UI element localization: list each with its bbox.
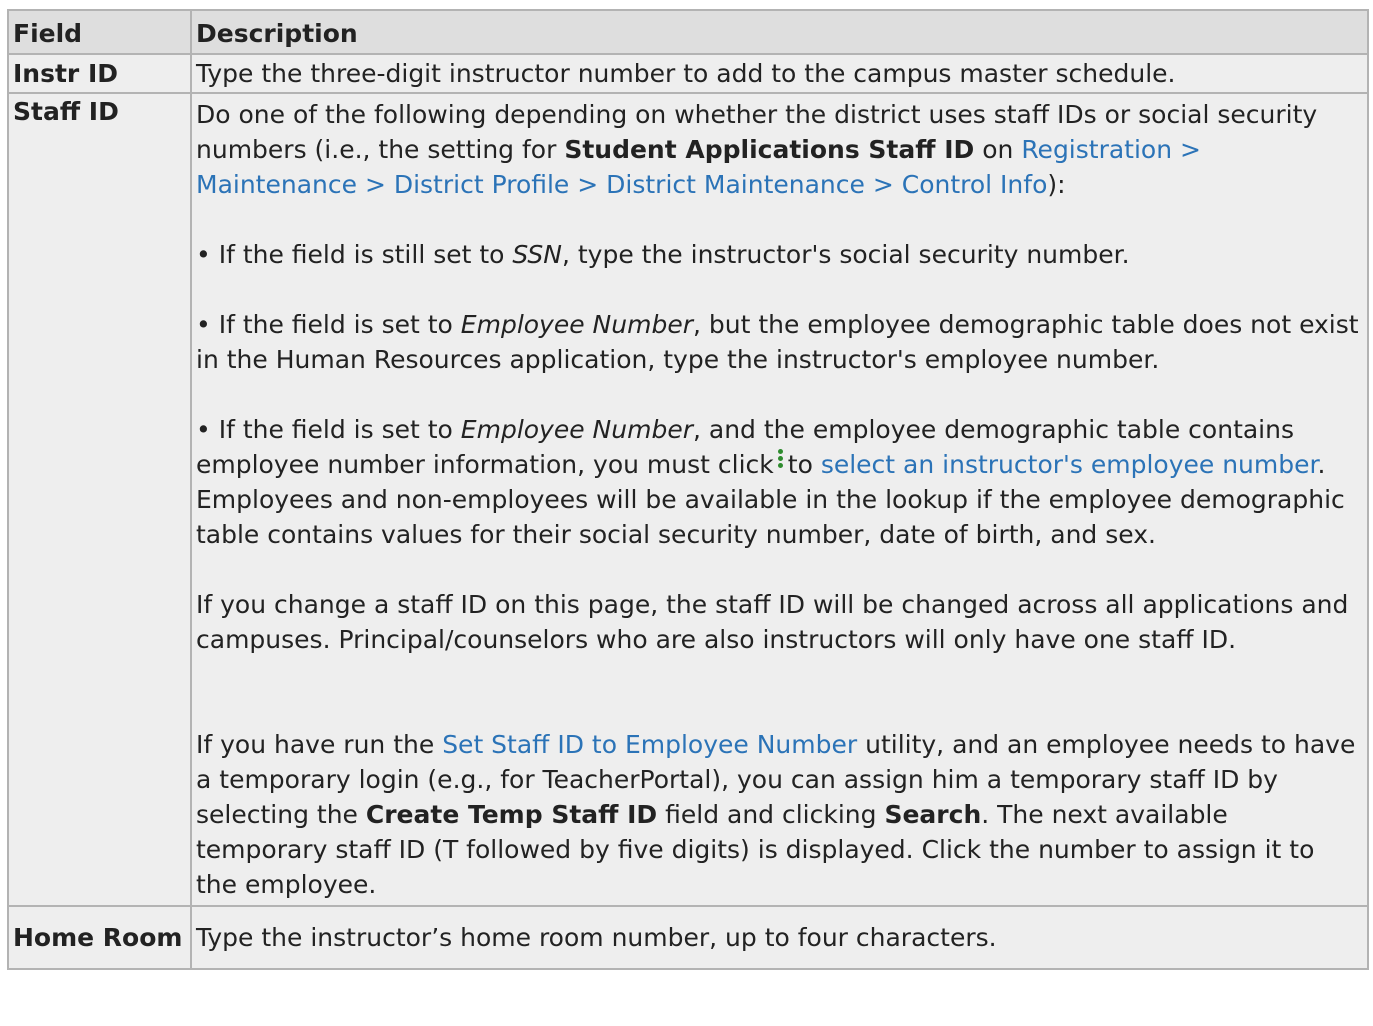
table-row: Instr ID Type the three-digit instructor… [7, 53, 1369, 94]
table-row: Staff ID Do one of the following dependi… [7, 92, 1369, 907]
search-label: Search [884, 800, 982, 829]
set-staff-id-link[interactable]: Set Staff ID to Employee Number [442, 730, 857, 759]
text: If you have run the [196, 730, 443, 759]
bullet-employee-number-no-table: • If the field is set to Employee Number… [196, 307, 1363, 377]
field-staff-id: Staff ID [7, 92, 192, 907]
bullet-ssn: • If the field is still set to SSN, type… [196, 237, 1363, 272]
employee-number-value: Employee Number [460, 310, 693, 339]
staff-id-intro: Do one of the following depending on whe… [196, 97, 1363, 202]
table-row: Home Room Type the instructor’s home roo… [7, 905, 1369, 970]
text: , type the instructor's social security … [561, 240, 1130, 269]
kebab-menu-icon[interactable] [777, 449, 784, 470]
bullet-employee-number-with-table: • If the field is set to Employee Number… [196, 412, 1363, 552]
header-field: Field [7, 9, 192, 55]
text: on [974, 135, 1022, 164]
ssn-value: SSN [512, 240, 562, 269]
temp-staff-id-note: If you have run the Set Staff ID to Empl… [196, 727, 1363, 902]
text: ): [1047, 170, 1066, 199]
text: • If the field is still set to [196, 240, 513, 269]
text: field and clicking [657, 800, 885, 829]
description-instr-id: Type the three-digit instructor number t… [190, 53, 1369, 94]
employee-number-value: Employee Number [460, 415, 693, 444]
description-staff-id: Do one of the following depending on whe… [190, 92, 1369, 907]
text: • If the field is set to [196, 415, 461, 444]
description-home-room: Type the instructor’s home room number, … [190, 905, 1369, 970]
text: to [787, 450, 821, 479]
header-row: Field Description [7, 9, 1369, 55]
field-description-table: Field Description Instr ID Type the thre… [7, 9, 1369, 970]
field-instr-id: Instr ID [7, 53, 192, 94]
field-home-room: Home Room [7, 905, 192, 970]
header-description: Description [190, 9, 1369, 55]
staff-id-change-note: If you change a staff ID on this page, t… [196, 590, 1349, 654]
text: • If the field is set to [196, 310, 461, 339]
select-instructor-link[interactable]: select an instructor's employee number [821, 450, 1318, 479]
create-temp-staff-id-label: Create Temp Staff ID [365, 800, 658, 829]
setting-name: Student Applications Staff ID [564, 135, 975, 164]
